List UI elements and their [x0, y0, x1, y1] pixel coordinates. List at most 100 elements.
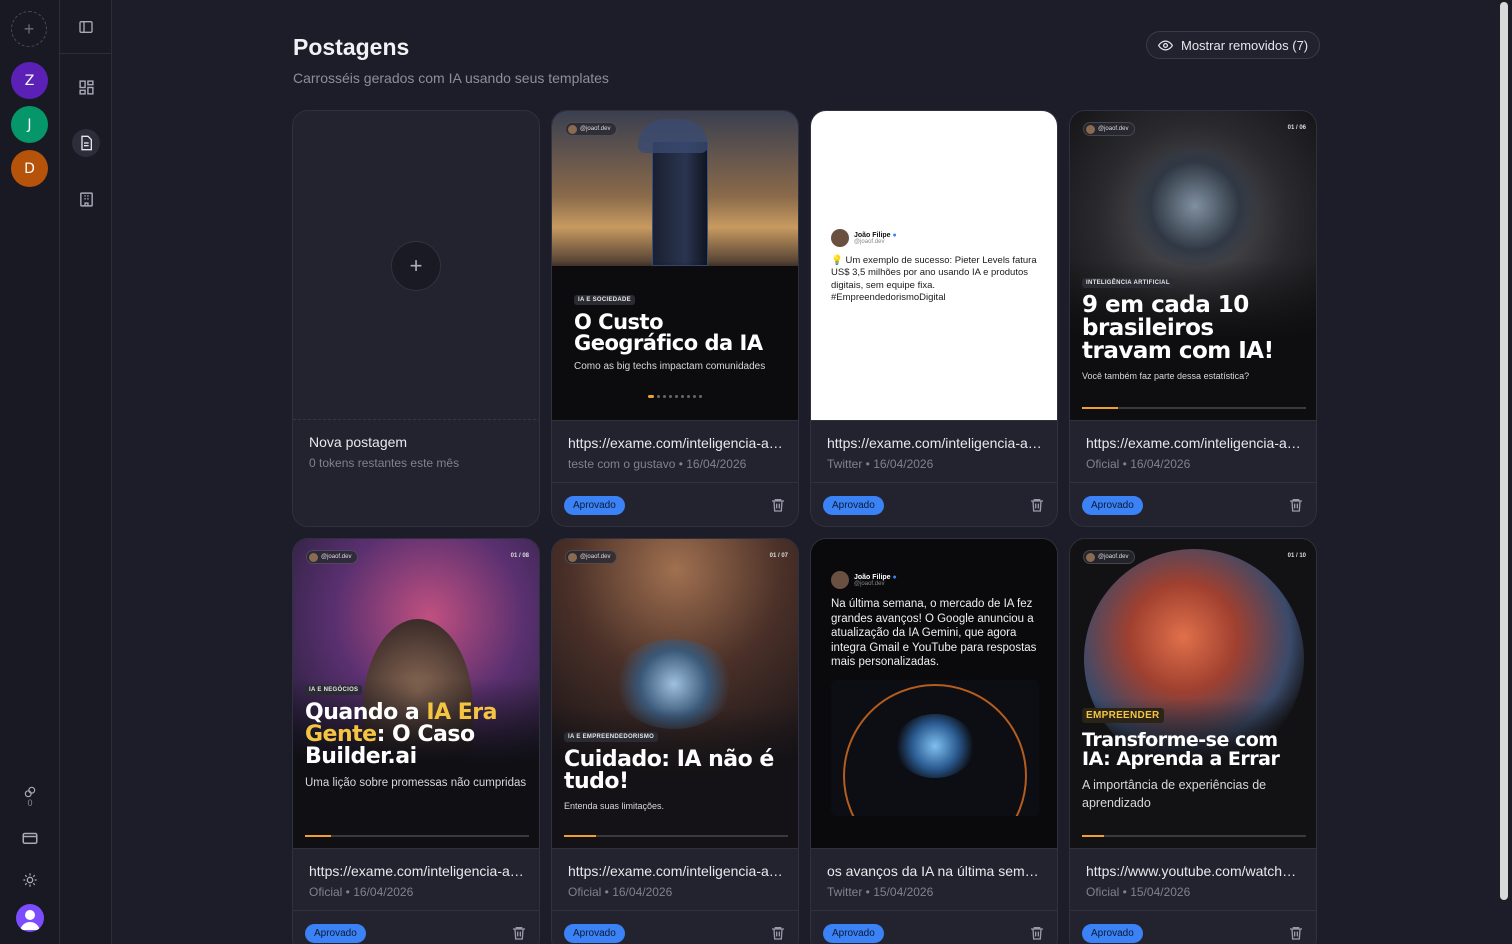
user-avatar[interactable]: [16, 904, 44, 932]
card-subtitle: Oficial • 16/04/2026: [309, 885, 414, 899]
slide-pager: 01 / 10: [1287, 553, 1306, 559]
tweet-handle: @joaof.dev: [854, 580, 885, 587]
page-subtitle: Carrosséis gerados com IA usando seus te…: [293, 70, 609, 86]
slide-text: IA E NEGÓCIOS Quando a IA Era Gente: O C…: [305, 678, 533, 792]
show-removed-button[interactable]: Mostrar removidos (7): [1146, 31, 1321, 59]
fade-overlay: [552, 261, 798, 291]
slide-progress: [305, 835, 529, 837]
slide-body: Entenda suas limitações.: [564, 801, 665, 811]
building-icon[interactable]: [72, 185, 100, 213]
card-subtitle: Oficial • 15/04/2026: [1086, 885, 1191, 899]
slide-handle: @joaof.dev: [565, 122, 618, 136]
trash-icon[interactable]: [1029, 497, 1045, 513]
card-actions: Aprovado: [552, 910, 798, 944]
card-subtitle: Oficial • 16/04/2026: [568, 885, 673, 899]
trash-icon[interactable]: [770, 497, 786, 513]
new-post-area: +: [293, 111, 539, 420]
slide-body: Você também faz parte dessa estatística?: [1082, 371, 1250, 381]
card-actions: Aprovado: [811, 482, 1057, 526]
eye-icon: [1158, 39, 1173, 51]
shattered-sphere-shape: [1130, 146, 1260, 266]
card-title: https://exame.com/inteligencia-artificia…: [309, 863, 525, 879]
tweet-slide: João Filipe ● @joaof.dev Na última seman…: [831, 571, 1041, 670]
status-badge: Aprovado: [564, 924, 625, 943]
workspace-j[interactable]: J: [11, 106, 48, 143]
slide-headline: O Custo Geográfico da IA: [574, 310, 763, 355]
hand-shape: [638, 119, 708, 153]
trash-icon[interactable]: [770, 925, 786, 941]
card-actions: Aprovado: [1070, 910, 1316, 944]
post-card[interactable]: @joaof.dev 01 / 10 EMPREENDER Transforme…: [1069, 538, 1317, 944]
slide-text: INTELIGÊNCIA ARTIFICIAL 9 em cada 10 bra…: [1082, 271, 1310, 381]
scrollbar-thumb[interactable]: [1500, 2, 1508, 900]
post-card[interactable]: João Filipe ● @joaof.dev 💡 Um exemplo de…: [810, 110, 1058, 527]
tweet-slide: João Filipe ● @joaof.dev 💡 Um exemplo de…: [831, 229, 1041, 304]
trash-icon[interactable]: [511, 925, 527, 941]
slide-dots: [648, 395, 702, 398]
slide-tag: EMPREENDER: [1082, 708, 1164, 723]
card-actions: Aprovado: [552, 482, 798, 526]
trash-icon[interactable]: [1029, 925, 1045, 941]
slide-body: Como as big techs impactam comunidades: [574, 361, 766, 372]
add-workspace-button[interactable]: +: [11, 11, 47, 47]
slide-handle: @joaof.dev: [1083, 550, 1136, 564]
tweet-header: João Filipe ● @joaof.dev: [831, 571, 1041, 589]
post-card[interactable]: @joaof.dev 01 / 07 IA E EMPREENDEDORISMO…: [551, 538, 799, 944]
tweet-body: 💡 Um exemplo de sucesso: Pieter Levels f…: [831, 255, 1037, 304]
slide-thumbnail: @joaof.dev 01 / 08 IA E NEGÓCIOS Quando …: [293, 539, 539, 848]
card-meta: https://exame.com/inteligencia-artificia…: [1070, 420, 1316, 482]
trash-icon[interactable]: [1288, 925, 1304, 941]
slide-tag: IA E SOCIEDADE: [574, 295, 635, 305]
slide-text: IA E SOCIEDADE O Custo Geográfico da IA …: [574, 288, 784, 374]
card-title: os avanços da IA na última semana: [827, 863, 1043, 879]
slide-thumbnail: João Filipe ● @joaof.dev Na última seman…: [811, 539, 1057, 848]
slide-body: Uma lição sobre promessas não cumpridas: [305, 777, 527, 789]
card-subtitle: Twitter • 15/04/2026: [827, 885, 934, 899]
status-badge: Aprovado: [823, 924, 884, 943]
dashboard-grid-icon[interactable]: [72, 73, 100, 101]
card-subtitle: Oficial • 16/04/2026: [1086, 457, 1191, 471]
nav-sidebar: [60, 0, 112, 944]
scrollbar[interactable]: [1498, 0, 1510, 944]
slide-tag: IA E EMPREENDEDORISMO: [564, 732, 659, 742]
card-meta: Nova postagem 0 tokens restantes este mê…: [293, 420, 539, 482]
slide-headline: 9 em cada 10 brasileiros travam com IA!: [1082, 292, 1274, 364]
workspace-rail: + Z J D 0: [0, 0, 60, 944]
workspace-d[interactable]: D: [11, 150, 48, 187]
card-title: https://exame.com/inteligencia-artificia…: [568, 863, 784, 879]
post-card[interactable]: @joaof.dev IA E SOCIEDADE O Custo Geográ…: [551, 110, 799, 527]
card-meta: os avanços da IA na última semana Twitte…: [811, 848, 1057, 910]
tweet-handle: @joaof.dev: [854, 238, 885, 245]
slide-handle: @joaof.dev: [306, 550, 359, 564]
slide-headline: Transforme-se com IA: Aprenda a Errar: [1082, 729, 1280, 770]
card-actions: Aprovado: [1070, 482, 1316, 526]
status-badge: Aprovado: [1082, 496, 1143, 515]
trash-icon[interactable]: [1288, 497, 1304, 513]
post-card[interactable]: João Filipe ● @joaof.dev Na última seman…: [810, 538, 1058, 944]
posts-document-icon[interactable]: [72, 129, 100, 157]
post-card[interactable]: @joaof.dev 01 / 06 INTELIGÊNCIA ARTIFICI…: [1069, 110, 1317, 527]
toggle-sidebar-icon[interactable]: [72, 13, 100, 41]
card-actions: Aprovado: [811, 910, 1057, 944]
slide-progress: [1082, 835, 1306, 837]
tweet-avatar: [831, 229, 849, 247]
tweet-name: João Filipe ●: [854, 573, 897, 581]
new-post-card[interactable]: + Nova postagem 0 tokens restantes este …: [292, 110, 540, 527]
slide-body: A importância de experiências de aprendi…: [1082, 778, 1267, 810]
card-subtitle: teste com o gustavo • 16/04/2026: [568, 457, 747, 471]
slide-headline: Quando a IA Era Gente: O Caso Builder.ai: [305, 700, 498, 769]
slide-thumbnail: @joaof.dev 01 / 07 IA E EMPREENDEDORISMO…: [552, 539, 798, 848]
billing-card-icon[interactable]: [18, 826, 42, 850]
slide-thumbnail: @joaof.dev IA E SOCIEDADE O Custo Geográ…: [552, 111, 798, 420]
server-tower-shape: [652, 141, 708, 266]
card-title: https://exame.com/inteligencia-artificia…: [568, 435, 784, 451]
theme-sun-icon[interactable]: [18, 868, 42, 892]
slide-pager: 01 / 07: [769, 553, 788, 559]
post-card[interactable]: @joaof.dev 01 / 08 IA E NEGÓCIOS Quando …: [292, 538, 540, 944]
card-title: Nova postagem: [309, 434, 408, 450]
card-meta: https://exame.com/inteligencia-artificia…: [811, 420, 1057, 482]
workspace-z[interactable]: Z: [11, 62, 48, 99]
tweet-name: João Filipe ●: [854, 231, 897, 239]
status-badge: Aprovado: [564, 496, 625, 515]
plus-icon[interactable]: +: [391, 241, 441, 291]
